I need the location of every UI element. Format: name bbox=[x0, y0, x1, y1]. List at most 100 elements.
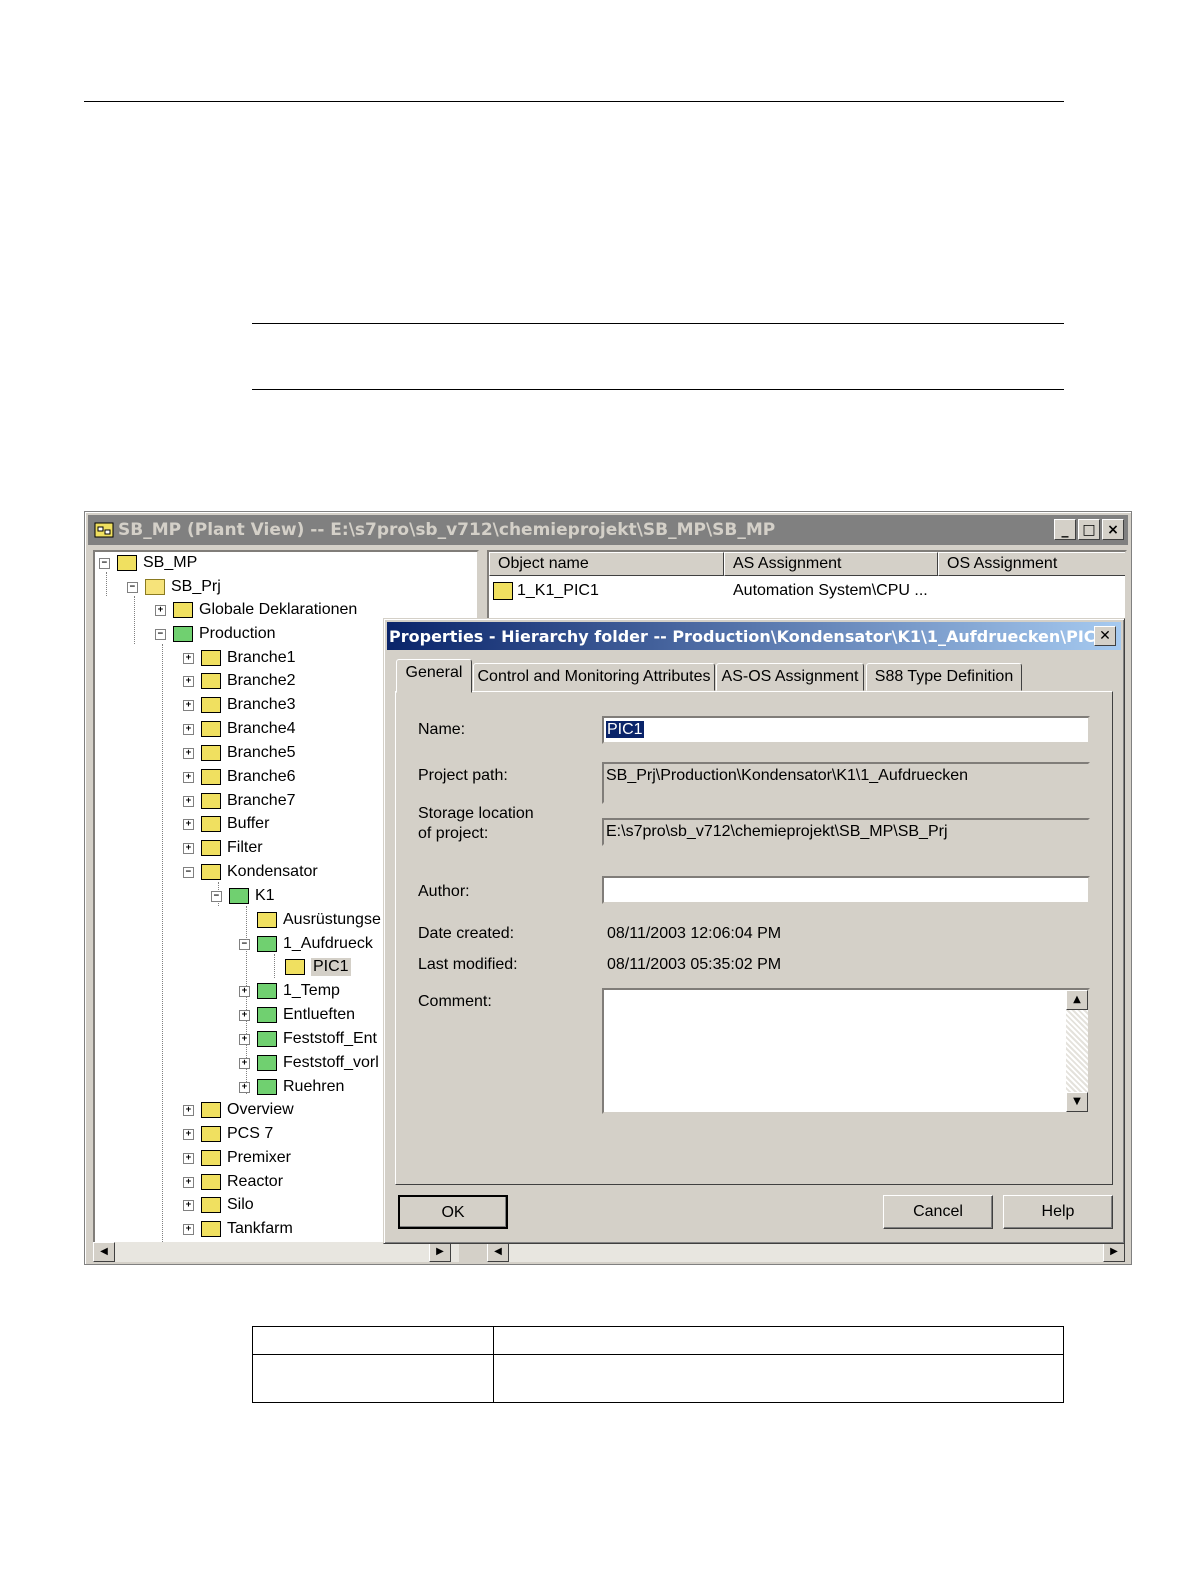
comment-scrollbar[interactable]: ▲ ▼ bbox=[1066, 990, 1088, 1112]
tree-item[interactable]: + Entlueften bbox=[239, 1004, 355, 1026]
window-titlebar: SB_MP (Plant View) -- E:\s7pro\sb_v712\c… bbox=[88, 515, 1128, 545]
table-cell bbox=[252, 1354, 494, 1403]
tree-item[interactable]: Ausrüstungse bbox=[239, 909, 381, 931]
ok-button[interactable]: OK bbox=[398, 1195, 508, 1229]
hierarchy-folder-icon bbox=[201, 745, 221, 761]
scroll-right-arrow-icon[interactable]: ▶ bbox=[1103, 1242, 1125, 1262]
hierarchy-folder-icon bbox=[201, 816, 221, 832]
comment-textarea[interactable]: ▲ ▼ bbox=[602, 988, 1090, 1114]
hierarchy-folder-icon bbox=[201, 1197, 221, 1213]
close-icon[interactable]: ✕ bbox=[1094, 626, 1116, 646]
tree-item[interactable]: + Branche6 bbox=[183, 766, 296, 788]
name-field[interactable]: PIC1 bbox=[602, 716, 1090, 744]
tree-item[interactable]: + Branche3 bbox=[183, 694, 296, 716]
cancel-button[interactable]: Cancel bbox=[883, 1195, 993, 1229]
tree-item[interactable]: − Production bbox=[155, 623, 276, 645]
hierarchy-folder-icon bbox=[201, 793, 221, 809]
equipment-icon bbox=[257, 912, 277, 928]
tree-item[interactable]: + Ruehren bbox=[239, 1076, 344, 1098]
storage-location-field: E:\s7pro\sb_v712\chemieprojekt\SB_MP\SB_… bbox=[602, 818, 1090, 846]
scroll-down-arrow-icon[interactable]: ▼ bbox=[1066, 1092, 1088, 1112]
note-rule-top bbox=[252, 323, 1064, 324]
hierarchy-folder-icon bbox=[201, 1126, 221, 1142]
plant-folder-icon bbox=[173, 626, 193, 642]
author-field[interactable] bbox=[602, 876, 1090, 904]
tree-item[interactable]: + Branche4 bbox=[183, 718, 296, 740]
hierarchy-folder-icon bbox=[201, 769, 221, 785]
hierarchy-folder-icon bbox=[201, 721, 221, 737]
tree-item[interactable]: + Overview bbox=[183, 1099, 294, 1121]
column-header-os-assignment[interactable]: OS Assignment bbox=[938, 552, 1125, 576]
column-header-object-name[interactable]: Object name bbox=[489, 552, 724, 576]
window-close-button[interactable]: × bbox=[1102, 519, 1124, 540]
hierarchy-folder-icon bbox=[201, 697, 221, 713]
tree-item[interactable]: + Globale Deklarationen bbox=[155, 599, 357, 621]
tree-item[interactable]: + Feststoff_vorl bbox=[239, 1052, 379, 1074]
hierarchy-folder-icon bbox=[201, 864, 221, 880]
project-icon bbox=[145, 579, 165, 595]
scroll-left-arrow-icon[interactable]: ◀ bbox=[487, 1242, 509, 1262]
function-icon bbox=[257, 1055, 277, 1071]
last-modified-label: Last modified: bbox=[418, 956, 518, 973]
tab-s88-type-definition[interactable]: S88 Type Definition bbox=[866, 663, 1022, 691]
tree-item[interactable]: − SB_MP bbox=[99, 552, 197, 574]
tree-item[interactable]: + Silo bbox=[183, 1194, 254, 1216]
as-assignment-cell: Automation System\CPU ... bbox=[733, 582, 928, 599]
help-button[interactable]: Help bbox=[1003, 1195, 1113, 1229]
tree-item[interactable]: + Filter bbox=[183, 837, 263, 859]
tab-as-os-assignment[interactable]: AS-OS Assignment bbox=[716, 663, 864, 691]
function-icon bbox=[257, 983, 277, 999]
date-created-label: Date created: bbox=[418, 925, 515, 942]
tree-item[interactable]: + Feststoff_Ent bbox=[239, 1028, 377, 1050]
tree-item[interactable]: + Premixer bbox=[183, 1147, 291, 1169]
top-rule bbox=[84, 101, 1064, 102]
tree-item[interactable]: +1_Temp bbox=[239, 980, 340, 1002]
table-cell bbox=[493, 1354, 1064, 1403]
maximize-button[interactable]: □ bbox=[1078, 519, 1100, 540]
hierarchy-folder-icon bbox=[201, 1221, 221, 1237]
tree-item[interactable]: + Buffer bbox=[183, 813, 269, 835]
comment-label: Comment: bbox=[418, 993, 492, 1010]
tree-item[interactable]: −1_Aufdrueck bbox=[239, 933, 373, 955]
list-row[interactable]: 1_K1_PIC1 Automation System\CPU ... bbox=[493, 580, 1123, 602]
tree-item[interactable]: + PCS 7 bbox=[183, 1123, 273, 1145]
project-path-field: SB_Prj\Production\Kondensator\K1\1_Aufdr… bbox=[602, 762, 1090, 804]
tree-item[interactable]: + Branche2 bbox=[183, 670, 296, 692]
scroll-left-arrow-icon[interactable]: ◀ bbox=[93, 1242, 115, 1262]
tree-item[interactable]: + Branche5 bbox=[183, 742, 296, 764]
storage-location-label: Storage location of project: bbox=[418, 805, 534, 842]
table-cell bbox=[252, 1326, 494, 1355]
date-created-value: 08/11/2003 12:06:04 PM bbox=[607, 925, 782, 942]
list-horizontal-scrollbar[interactable]: ◀ ▶ bbox=[487, 1242, 1125, 1262]
folder-icon bbox=[173, 602, 193, 618]
unit-icon bbox=[229, 888, 249, 904]
empty-table bbox=[252, 1326, 1064, 1403]
tree-horizontal-scrollbar[interactable]: ◀ ▶ bbox=[93, 1242, 459, 1262]
hierarchy-folder-icon bbox=[201, 840, 221, 856]
tree-item[interactable]: + Branche7 bbox=[183, 790, 296, 812]
last-modified-value: 08/11/2003 05:35:02 PM bbox=[607, 956, 782, 973]
tree-item-selected[interactable]: PIC1 bbox=[267, 956, 351, 978]
properties-dialog: Properties - Hierarchy folder -- Product… bbox=[383, 618, 1125, 1244]
project-path-label: Project path: bbox=[418, 767, 508, 784]
tab-control-and-monitoring-attributes[interactable]: Control and Monitoring Attributes bbox=[473, 663, 715, 691]
project-icon bbox=[117, 555, 137, 571]
tree-item[interactable]: − SB_Prj bbox=[127, 576, 221, 598]
scroll-right-arrow-icon[interactable]: ▶ bbox=[429, 1242, 451, 1262]
author-label: Author: bbox=[418, 883, 470, 900]
plant-view-icon bbox=[94, 522, 114, 538]
tree-item[interactable]: + Reactor bbox=[183, 1171, 283, 1193]
tab-general[interactable]: General bbox=[396, 659, 472, 693]
dialog-titlebar: Properties - Hierarchy folder -- Product… bbox=[387, 622, 1121, 650]
tree-item[interactable]: + Branche1 bbox=[183, 647, 296, 669]
table-cell bbox=[493, 1326, 1064, 1355]
tree-item[interactable]: + Tankfarm bbox=[183, 1218, 293, 1240]
tree-item[interactable]: − Kondensator bbox=[183, 861, 318, 883]
column-header-as-assignment[interactable]: AS Assignment bbox=[724, 552, 938, 576]
tree-item[interactable]: − K1 bbox=[211, 885, 275, 907]
minimize-button[interactable]: _ bbox=[1054, 519, 1076, 540]
scroll-up-arrow-icon[interactable]: ▲ bbox=[1066, 990, 1088, 1010]
dialog-title: Properties - Hierarchy folder -- Product… bbox=[389, 626, 1107, 646]
window-title: SB_MP (Plant View) -- E:\s7pro\sb_v712\c… bbox=[118, 520, 776, 540]
object-name-cell: 1_K1_PIC1 bbox=[517, 582, 599, 599]
